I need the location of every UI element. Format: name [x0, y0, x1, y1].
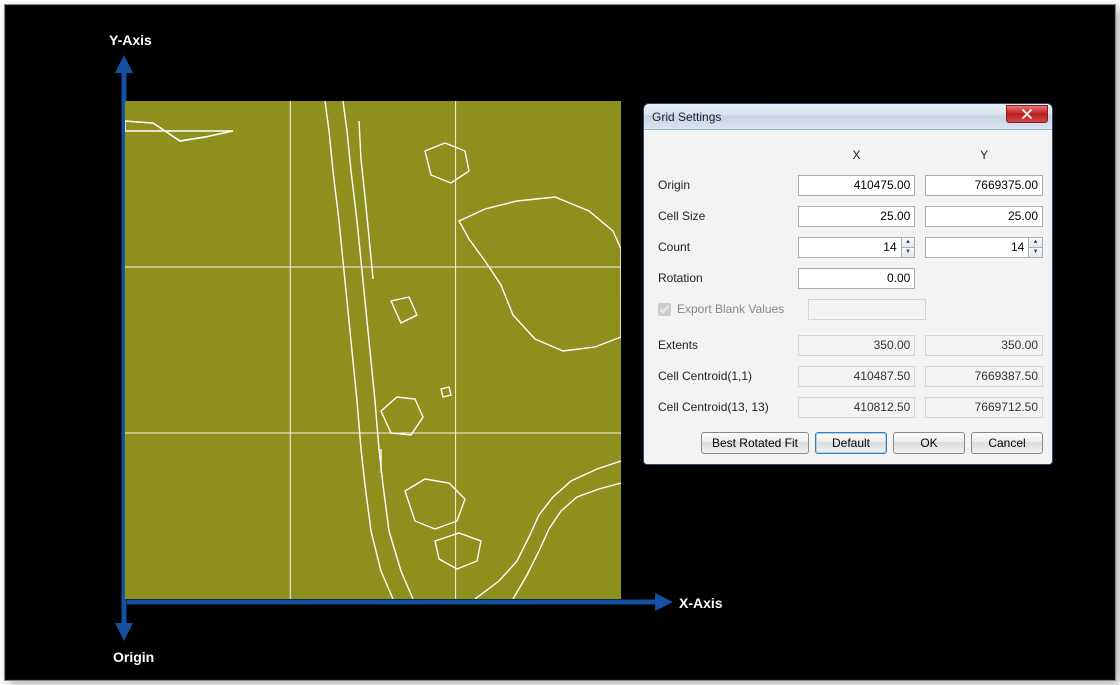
row-cellsize: Cell Size — [658, 201, 1043, 231]
row-extents: Extents 350.00 350.00 — [658, 330, 1043, 360]
input-count-y[interactable] — [925, 237, 1028, 258]
x-axis-label: X-Axis — [679, 595, 723, 611]
label-origin: Origin — [658, 178, 788, 192]
label-extents: Extents — [658, 338, 788, 352]
dialog-body: X Y Origin Cell Size Count — [644, 130, 1052, 464]
map-svg — [125, 101, 621, 599]
label-rotation: Rotation — [658, 271, 788, 285]
close-icon — [1021, 109, 1033, 119]
header-y: Y — [925, 148, 1043, 162]
origin-label: Origin — [113, 649, 154, 665]
row-rotation: Rotation — [658, 263, 1043, 293]
input-cellsize-x[interactable] — [798, 206, 916, 227]
label-export-blank: Export Blank Values — [677, 302, 784, 316]
input-rotation[interactable] — [798, 268, 916, 289]
map-canvas: Y-Axis X-Axis Origin — [5, 5, 1115, 680]
origin-arrow — [111, 603, 137, 641]
row-origin: Origin — [658, 170, 1043, 200]
dialog-titlebar[interactable]: Grid Settings — [644, 104, 1052, 130]
label-centroid13: Cell Centroid(13, 13) — [658, 400, 788, 414]
label-cellsize: Cell Size — [658, 209, 788, 223]
spin-down-count-y[interactable]: ▼ — [1028, 247, 1043, 258]
cancel-button[interactable]: Cancel — [971, 432, 1043, 454]
ok-button[interactable]: OK — [893, 432, 965, 454]
y-axis-label: Y-Axis — [109, 32, 152, 48]
label-centroid1: Cell Centroid(1,1) — [658, 369, 788, 383]
label-count: Count — [658, 240, 788, 254]
value-centroid1-x: 410487.50 — [798, 366, 916, 387]
value-extents-y: 350.00 — [925, 335, 1043, 356]
value-centroid13-x: 410812.50 — [798, 397, 916, 418]
spin-down-count-x[interactable]: ▼ — [901, 247, 916, 258]
value-centroid1-y: 7669387.50 — [925, 366, 1043, 387]
app-frame: Y-Axis X-Axis Origin — [4, 4, 1116, 681]
row-export-blank: Export Blank Values — [658, 294, 1043, 324]
best-rotated-fit-button[interactable]: Best Rotated Fit — [701, 432, 809, 454]
value-extents-x: 350.00 — [798, 335, 916, 356]
spin-up-count-x[interactable]: ▲ — [901, 237, 916, 247]
checkbox-export-blank — [658, 303, 671, 316]
close-button[interactable] — [1006, 105, 1048, 123]
row-centroid1: Cell Centroid(1,1) 410487.50 7669387.50 — [658, 361, 1043, 391]
row-count: Count ▲ ▼ — [658, 232, 1043, 262]
spin-up-count-y[interactable]: ▲ — [1028, 237, 1043, 247]
header-x: X — [798, 148, 916, 162]
input-cellsize-y[interactable] — [925, 206, 1043, 227]
button-row: Best Rotated Fit Default OK Cancel — [658, 432, 1043, 454]
row-centroid13: Cell Centroid(13, 13) 410812.50 7669712.… — [658, 392, 1043, 422]
input-count-x[interactable] — [798, 237, 901, 258]
input-origin-x[interactable] — [798, 175, 916, 196]
export-blank-slot — [808, 299, 926, 320]
map-area[interactable] — [125, 101, 621, 599]
dialog-title: Grid Settings — [652, 110, 1006, 124]
grid-settings-dialog: Grid Settings X Y Origin — [643, 103, 1053, 465]
input-origin-y[interactable] — [925, 175, 1043, 196]
header-row: X Y — [658, 140, 1043, 170]
value-centroid13-y: 7669712.50 — [925, 397, 1043, 418]
default-button[interactable]: Default — [815, 432, 887, 454]
